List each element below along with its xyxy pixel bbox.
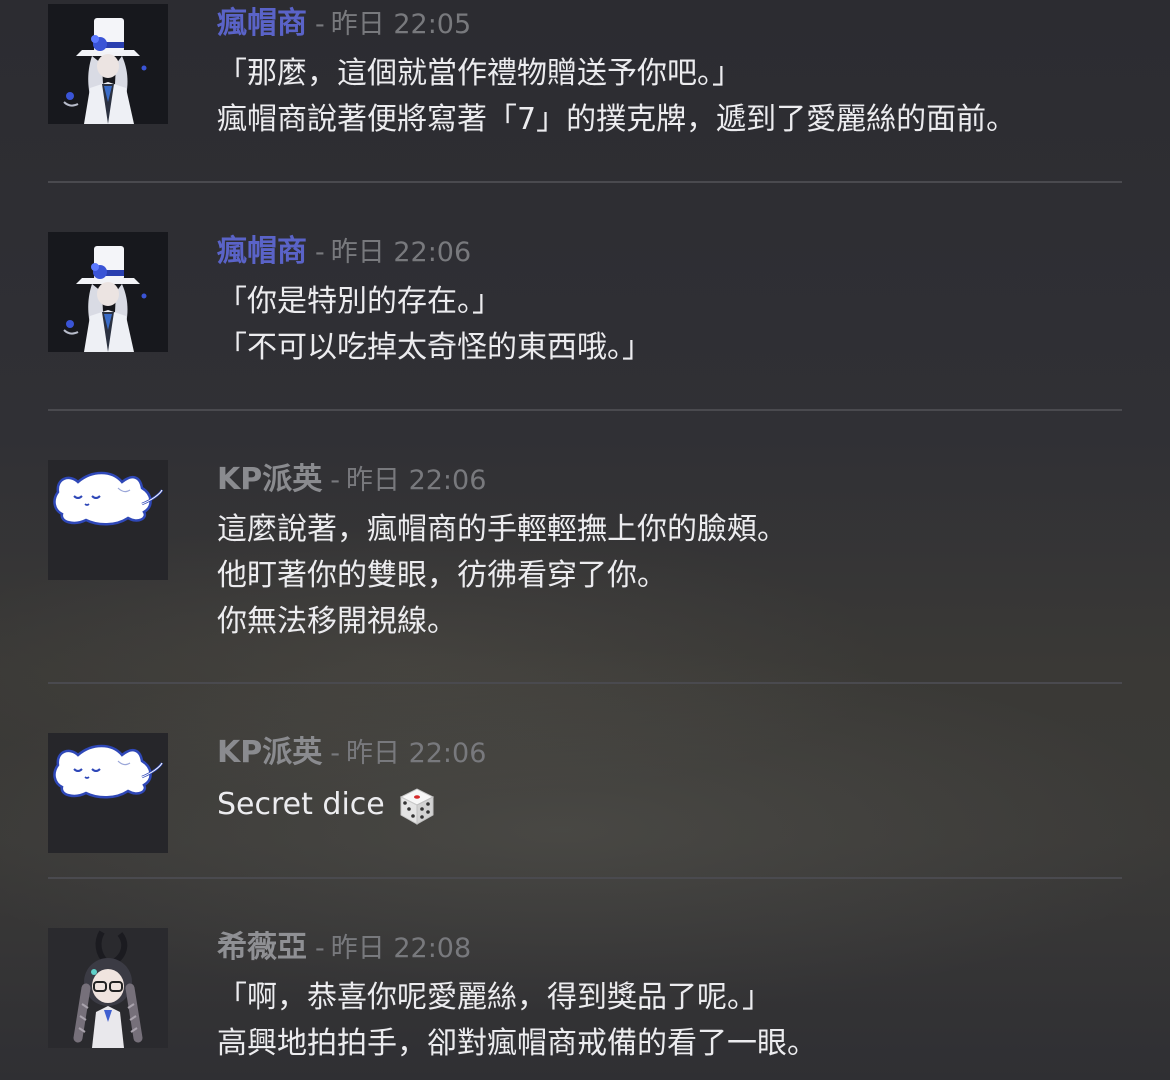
white-cat-avatar-icon[interactable] — [48, 460, 168, 580]
header-separator: - — [330, 738, 340, 769]
chat-message: 瘋帽商 - 昨日 22:05 「那麼，這個就當作禮物贈送予你吧。」 瘋帽商說著便將寫… — [48, 4, 1122, 154]
dice-icon — [399, 787, 434, 825]
chat-message: KP派英 - 昨日 22:06 Secret dice — [48, 733, 1122, 863]
message-line: 他盯著你的雙眼，彷彿看穿了你。 — [217, 558, 667, 593]
message-divider — [48, 877, 1122, 879]
header-separator: - — [330, 465, 340, 496]
message-content: Secret dice — [217, 780, 1117, 830]
chat-log: 瘋帽商 - 昨日 22:05 「那麼，這個就當作禮物贈送予你吧。」 瘋帽商說著便將寫… — [0, 0, 1170, 1080]
timestamp: 昨日 22:05 — [330, 9, 472, 40]
header-separator: - — [315, 237, 325, 268]
message-content: 「啊，恭喜你呢愛麗絲，得到獎品了呢。」 高興地拍拍手，卻對瘋帽商戒備的看了一眼。 — [217, 975, 1117, 1067]
message-line: Secret dice — [217, 780, 1117, 830]
author-name[interactable]: KP派英 — [217, 735, 322, 770]
message-content: 「你是特別的存在。」 「不可以吃掉太奇怪的東西哦。」 — [217, 279, 1117, 371]
message-line: 「你是特別的存在。」 — [217, 284, 502, 319]
braided-girl-avatar-icon[interactable] — [48, 928, 168, 1048]
chat-message: 瘋帽商 - 昨日 22:06 「你是特別的存在。」 「不可以吃掉太奇怪的東西哦。」 — [48, 232, 1122, 382]
mad-hatter-avatar-icon[interactable] — [48, 232, 168, 352]
message-header: 瘋帽商 - 昨日 22:06 — [217, 232, 471, 272]
header-separator: - — [315, 933, 325, 964]
chat-message: KP派英 - 昨日 22:06 這麼說著，瘋帽商的手輕輕撫上你的臉頰。 他盯著你的雙… — [48, 460, 1122, 650]
message-line: 「啊，恭喜你呢愛麗絲，得到獎品了呢。」 — [217, 980, 772, 1015]
author-name[interactable]: 希薇亞 — [217, 930, 307, 965]
timestamp: 昨日 22:06 — [330, 237, 472, 268]
message-divider — [48, 409, 1122, 411]
header-separator: - — [315, 9, 325, 40]
message-line: 高興地拍拍手，卻對瘋帽商戒備的看了一眼。 — [217, 1026, 817, 1061]
message-text: Secret dice — [217, 787, 385, 822]
message-content: 這麼說著，瘋帽商的手輕輕撫上你的臉頰。 他盯著你的雙眼，彷彿看穿了你。 你無法移… — [217, 507, 1117, 645]
author-name[interactable]: KP派英 — [217, 462, 322, 497]
timestamp: 昨日 22:06 — [345, 738, 487, 769]
message-line: 你無法移開視線。 — [217, 604, 457, 639]
message-line: 「不可以吃掉太奇怪的東西哦。」 — [217, 330, 652, 365]
chat-message: 希薇亞 - 昨日 22:08 「啊，恭喜你呢愛麗絲，得到獎品了呢。」 高興地拍拍手，… — [48, 928, 1122, 1078]
message-content: 「那麼，這個就當作禮物贈送予你吧。」 瘋帽商說著便將寫著「7」的撲克牌，遞到了愛… — [217, 51, 1117, 143]
message-line: 瘋帽商說著便將寫著「7」的撲克牌，遞到了愛麗絲的面前。 — [217, 102, 1017, 137]
author-name[interactable]: 瘋帽商 — [217, 234, 307, 269]
message-header: 希薇亞 - 昨日 22:08 — [217, 928, 471, 968]
message-divider — [48, 181, 1122, 183]
timestamp: 昨日 22:06 — [345, 465, 487, 496]
mad-hatter-avatar-icon[interactable] — [48, 4, 168, 124]
message-header: KP派英 - 昨日 22:06 — [217, 460, 486, 500]
message-header: 瘋帽商 - 昨日 22:05 — [217, 4, 471, 44]
message-divider — [48, 682, 1122, 684]
white-cat-avatar-icon[interactable] — [48, 733, 168, 853]
message-line: 這麼說著，瘋帽商的手輕輕撫上你的臉頰。 — [217, 512, 787, 547]
author-name[interactable]: 瘋帽商 — [217, 6, 307, 41]
message-line: 「那麼，這個就當作禮物贈送予你吧。」 — [217, 56, 742, 91]
timestamp: 昨日 22:08 — [330, 933, 472, 964]
message-header: KP派英 - 昨日 22:06 — [217, 733, 486, 773]
